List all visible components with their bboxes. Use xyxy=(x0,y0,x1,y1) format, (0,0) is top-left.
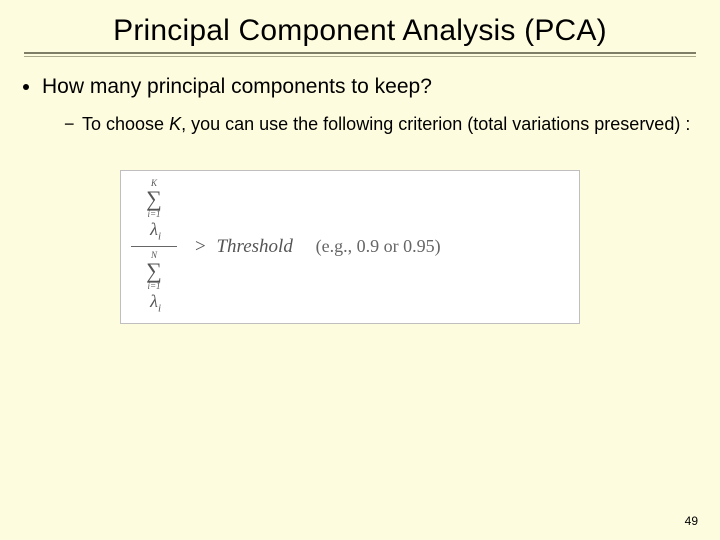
bullet-list-level2: To choose K, you can use the following c… xyxy=(64,113,696,136)
rhs: > Threshold (e.g., 0.9 or 0.95) xyxy=(189,236,441,258)
sum-lower-i1b: i=1 xyxy=(147,282,160,291)
bullet2-text-a: To choose xyxy=(82,114,169,134)
title-rule-top xyxy=(24,52,696,54)
fraction-line xyxy=(131,246,177,247)
bullet1: How many principal components to keep? T… xyxy=(42,75,696,136)
threshold-word: Threshold xyxy=(216,236,292,257)
lambda-i-num: λi xyxy=(150,219,161,239)
lambda-sym2: λ xyxy=(150,291,158,311)
lambda-sub2: i xyxy=(158,303,161,315)
slide-title: Principal Component Analysis (PCA) xyxy=(24,14,696,48)
variable-K: K xyxy=(169,114,181,134)
lambda-sym: λ xyxy=(150,219,158,239)
lambda-i-den: λi xyxy=(150,291,161,311)
title-rule-bottom xyxy=(24,56,696,57)
greater-than: > xyxy=(195,236,206,257)
sigma-symbol2: ∑ xyxy=(146,260,162,282)
bullet2-text-b: , you can use the following criterion (t… xyxy=(181,114,690,134)
sigma-bottom: N ∑ i=1 xyxy=(146,251,162,291)
formula-box: K ∑ i=1 λi N ∑ i=1 λi > Threshold (e.g.,… xyxy=(120,170,580,324)
bullet2: To choose K, you can use the following c… xyxy=(64,113,696,136)
page-number: 49 xyxy=(685,514,698,528)
sum-lower-i1: i=1 xyxy=(147,210,160,219)
bullet1-text: How many principal components to keep? xyxy=(42,75,432,98)
denominator: N ∑ i=1 λi xyxy=(140,249,168,317)
numerator: K ∑ i=1 λi xyxy=(140,177,168,245)
example-values: (e.g., 0.9 or 0.95) xyxy=(316,236,441,256)
sigma-top: K ∑ i=1 xyxy=(146,179,162,219)
fraction: K ∑ i=1 λi N ∑ i=1 λi xyxy=(131,177,177,317)
lambda-sub: i xyxy=(158,230,161,242)
bullet-list-level1: How many principal components to keep? T… xyxy=(42,75,696,136)
sigma-symbol: ∑ xyxy=(146,188,162,210)
